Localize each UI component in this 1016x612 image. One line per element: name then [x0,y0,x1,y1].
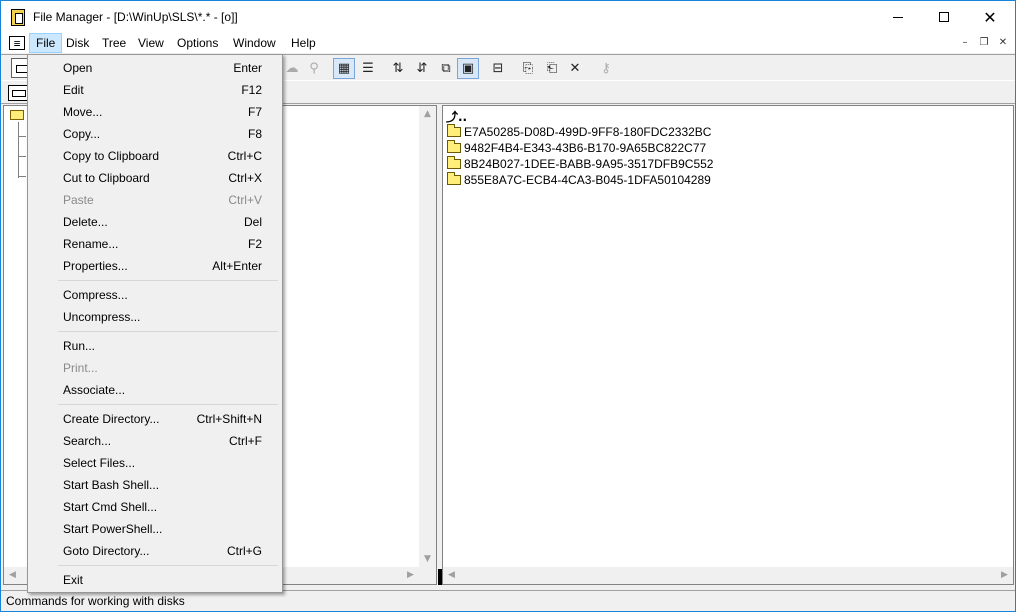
drive-icon[interactable] [8,85,28,101]
menu-item-associate[interactable]: Associate... [30,379,280,401]
maximize-button[interactable] [921,1,967,33]
copy-icon[interactable]: ⎘ [517,58,539,79]
delete-icon[interactable]: ✕ [564,58,586,79]
sort-by-type-icon[interactable]: ⇵ [411,58,433,79]
file-name: 9482F4B4-E343-43B6-B170-9A65BC822C77 [464,141,707,155]
folder-icon [447,124,461,137]
folder-icon [447,172,461,185]
menu-item-open[interactable]: Open Enter [30,57,280,79]
file-name: 8B24B027-1DEE-BABB-9A95-3517DFB9C552 [464,157,714,171]
menu-tree[interactable]: Tree [96,33,132,53]
menu-separator [58,565,278,566]
menu-item-compress[interactable]: Compress... [30,284,280,306]
list-item[interactable]: 8B24B027-1DEE-BABB-9A95-3517DFB9C552 [447,156,713,172]
folder-icon [447,140,461,153]
scroll-right-icon[interactable]: ▶ [996,567,1013,584]
menu-item-copy-to-clipboard[interactable]: Copy to Clipboard Ctrl+C [30,145,280,167]
menu-options[interactable]: Options [171,33,224,53]
sort-by-name-icon[interactable]: ⇅ [387,58,409,79]
list-item[interactable]: E7A50285-D08D-499D-9FF8-180FDC2332BC [447,124,713,140]
tree-connector [18,122,19,178]
disconnect-network-icon[interactable]: ⚲ [303,58,325,79]
file-manager-window: File Manager - [D:\WinUp\SLS\*.* - [o]] … [0,0,1016,612]
menu-item-select-files[interactable]: Select Files... [30,452,280,474]
connect-network-icon[interactable]: ☁ [281,58,303,79]
mdi-system-menu-icon[interactable]: ≡ [9,36,25,50]
menu-help[interactable]: Help [285,33,322,53]
menu-item-run[interactable]: Run... [30,335,280,357]
minimize-button[interactable] [875,1,921,33]
menu-item-edit[interactable]: Edit F12 [30,79,280,101]
folder-icon[interactable] [10,110,24,120]
minimize-icon [893,16,903,18]
menu-item-start-bash-shell[interactable]: Start Bash Shell... [30,474,280,496]
menu-separator [58,331,278,332]
mdi-minimize-icon[interactable]: – [957,36,973,50]
sort-by-size-icon[interactable]: ⧉ [435,58,457,79]
scroll-down-icon[interactable]: ▼ [419,551,436,568]
scroll-left-icon[interactable]: ◀ [443,567,460,584]
view-large-icons-icon[interactable]: ▦ [333,58,355,79]
file-menu-dropdown: Open Enter Edit F12 Move... F7 Copy... F8 Co… [27,54,283,593]
status-bar: Commands for working with disks [1,590,1015,611]
menu-separator [58,280,278,281]
menu-item-rename[interactable]: Rename... F2 [30,233,280,255]
menu-item-exit[interactable]: Exit [30,569,280,591]
parent-directory-item[interactable]: ⤴.. [446,108,467,125]
menu-item-cut-to-clipboard[interactable]: Cut to Clipboard Ctrl+X [30,167,280,189]
menu-item-uncompress[interactable]: Uncompress... [30,306,280,328]
properties-icon[interactable]: ⚷ [595,58,617,79]
new-window-icon[interactable]: ⊟ [487,58,509,79]
list-item[interactable]: 9482F4B4-E343-43B6-B170-9A65BC822C77 [447,140,713,156]
menu-item-move[interactable]: Move... F7 [30,101,280,123]
tree-connector [18,156,26,157]
list-item[interactable]: 855E8A7C-ECB4-4CA3-B045-1DFA50104289 [447,172,713,188]
menu-item-search[interactable]: Search... Ctrl+F [30,430,280,452]
folder-icon [447,156,461,169]
menu-view[interactable]: View [132,33,170,53]
tree-vertical-scrollbar[interactable]: ▲ ▼ [419,106,436,568]
mdi-close-icon[interactable]: ✕ [995,36,1011,50]
menu-item-properties[interactable]: Properties... Alt+Enter [30,255,280,277]
view-details-icon[interactable]: ☰ [357,58,379,79]
file-list-pane[interactable]: ⤴.. E7A50285-D08D-499D-9FF8-180FDC2332BC… [442,105,1014,585]
mdi-restore-icon[interactable]: ❐ [976,36,992,50]
menu-item-print[interactable]: Print... [30,357,280,379]
scroll-right-icon[interactable]: ▶ [402,567,419,584]
menu-separator [58,404,278,405]
file-name: 855E8A7C-ECB4-4CA3-B045-1DFA50104289 [464,173,711,187]
app-icon[interactable] [11,9,25,26]
menu-item-start-cmd-shell[interactable]: Start Cmd Shell... [30,496,280,518]
menu-disk[interactable]: Disk [60,33,95,53]
scroll-left-icon[interactable]: ◀ [4,567,21,584]
close-icon: ✕ [983,7,997,27]
close-button[interactable]: ✕ [967,1,1013,33]
file-name: E7A50285-D08D-499D-9FF8-180FDC2332BC [464,125,712,139]
file-list: E7A50285-D08D-499D-9FF8-180FDC2332BC 948… [447,124,713,188]
maximize-icon [939,12,949,22]
menu-item-paste[interactable]: Paste Ctrl+V [30,189,280,211]
menu-item-create-directory[interactable]: Create Directory... Ctrl+Shift+N [30,408,280,430]
scroll-up-icon[interactable]: ▲ [419,106,436,123]
menu-item-delete[interactable]: Delete... Del [30,211,280,233]
menu-item-copy[interactable]: Copy... F8 [30,123,280,145]
tree-connector [18,176,26,177]
menu-item-goto-directory[interactable]: Goto Directory... Ctrl+G [30,540,280,562]
move-icon[interactable]: ⎗ [541,58,563,79]
window-title: File Manager - [D:\WinUp\SLS\*.* - [o]] [33,10,238,24]
tree-connector [18,136,26,137]
menu-file[interactable]: File [29,33,63,53]
menu-bar: ≡ File Disk Tree View Options Window Hel… [1,33,1015,53]
title-bar[interactable]: File Manager - [D:\WinUp\SLS\*.* - [o]] … [1,1,1015,33]
menu-window[interactable]: Window [227,33,282,53]
sort-by-date-icon[interactable]: ▣ [457,58,479,79]
file-horizontal-scrollbar[interactable]: ◀ ▶ [443,567,1013,584]
menu-item-start-powershell[interactable]: Start PowerShell... [30,518,280,540]
